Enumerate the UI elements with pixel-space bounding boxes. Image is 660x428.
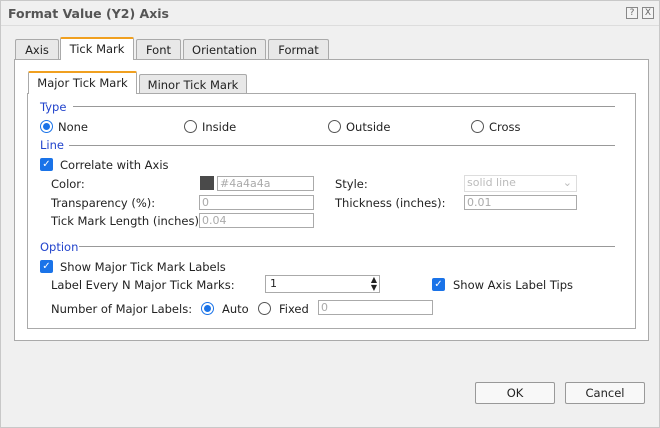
type-cross-radio[interactable]: [471, 120, 484, 133]
help-button[interactable]: ?: [626, 7, 638, 19]
color-swatch[interactable]: [200, 176, 214, 190]
thickness-label: Thickness (inches):: [335, 196, 446, 210]
type-inside-radio[interactable]: [184, 120, 197, 133]
color-input[interactable]: #4a4a4a: [217, 176, 314, 191]
ok-button[interactable]: OK: [475, 382, 555, 404]
divider: [73, 106, 615, 107]
tab-axis[interactable]: Axis: [15, 39, 59, 60]
chevron-down-icon: ⌄: [562, 176, 572, 189]
divider: [1, 25, 659, 26]
correlate-checkbox[interactable]: ✓: [40, 158, 53, 171]
stepper-arrows-icon[interactable]: ▲ ▼: [371, 276, 377, 292]
correlate-label: Correlate with Axis: [60, 158, 169, 172]
tab-font[interactable]: Font: [136, 39, 181, 60]
type-outside-radio[interactable]: [328, 120, 341, 133]
fixed-label: Fixed: [279, 302, 309, 316]
show-labels-label: Show Major Tick Mark Labels: [60, 260, 226, 274]
style-label: Style:: [335, 177, 368, 191]
divider: [79, 246, 615, 247]
option-legend: Option: [40, 240, 79, 254]
color-label: Color:: [51, 177, 85, 191]
tab-orientation[interactable]: Orientation: [183, 39, 266, 60]
close-button[interactable]: X: [642, 7, 654, 19]
type-inside-label: Inside: [202, 120, 237, 134]
type-legend: Type: [40, 100, 67, 114]
every-n-label: Label Every N Major Tick Marks:: [51, 278, 235, 292]
transparency-label: Transparency (%):: [51, 196, 156, 210]
length-label: Tick Mark Length (inches):: [51, 214, 203, 228]
transparency-input[interactable]: 0: [199, 195, 314, 210]
tab-tick-mark[interactable]: Tick Mark: [60, 37, 134, 60]
subtab-major[interactable]: Major Tick Mark: [28, 71, 137, 94]
every-n-value: 1: [270, 277, 277, 290]
dialog-title: Format Value (Y2) Axis: [8, 6, 169, 21]
number-labels-label: Number of Major Labels:: [51, 302, 193, 316]
length-input[interactable]: 0.04: [199, 213, 314, 228]
fixed-input[interactable]: 0: [318, 300, 433, 315]
thickness-input[interactable]: 0.01: [464, 195, 577, 210]
style-value: solid line: [467, 176, 516, 189]
every-n-stepper[interactable]: 1 ▲ ▼: [265, 275, 380, 293]
type-none-label: None: [58, 120, 89, 134]
tab-format[interactable]: Format: [268, 39, 329, 60]
auto-label: Auto: [222, 302, 249, 316]
style-select[interactable]: solid line ⌄: [464, 175, 577, 192]
cancel-button[interactable]: Cancel: [565, 382, 645, 404]
axis-tips-checkbox[interactable]: ✓: [432, 278, 445, 291]
dialog: Format Value (Y2) Axis ? X Axis Tick Mar…: [0, 0, 660, 428]
line-legend: Line: [40, 138, 64, 152]
auto-radio[interactable]: [201, 302, 214, 315]
type-outside-label: Outside: [346, 120, 391, 134]
axis-tips-label: Show Axis Label Tips: [453, 278, 574, 292]
fixed-radio[interactable]: [258, 302, 271, 315]
type-cross-label: Cross: [489, 120, 521, 134]
subtab-minor[interactable]: Minor Tick Mark: [139, 74, 247, 95]
show-labels-checkbox[interactable]: ✓: [40, 260, 53, 273]
divider: [69, 145, 615, 146]
type-none-radio[interactable]: [40, 120, 53, 133]
